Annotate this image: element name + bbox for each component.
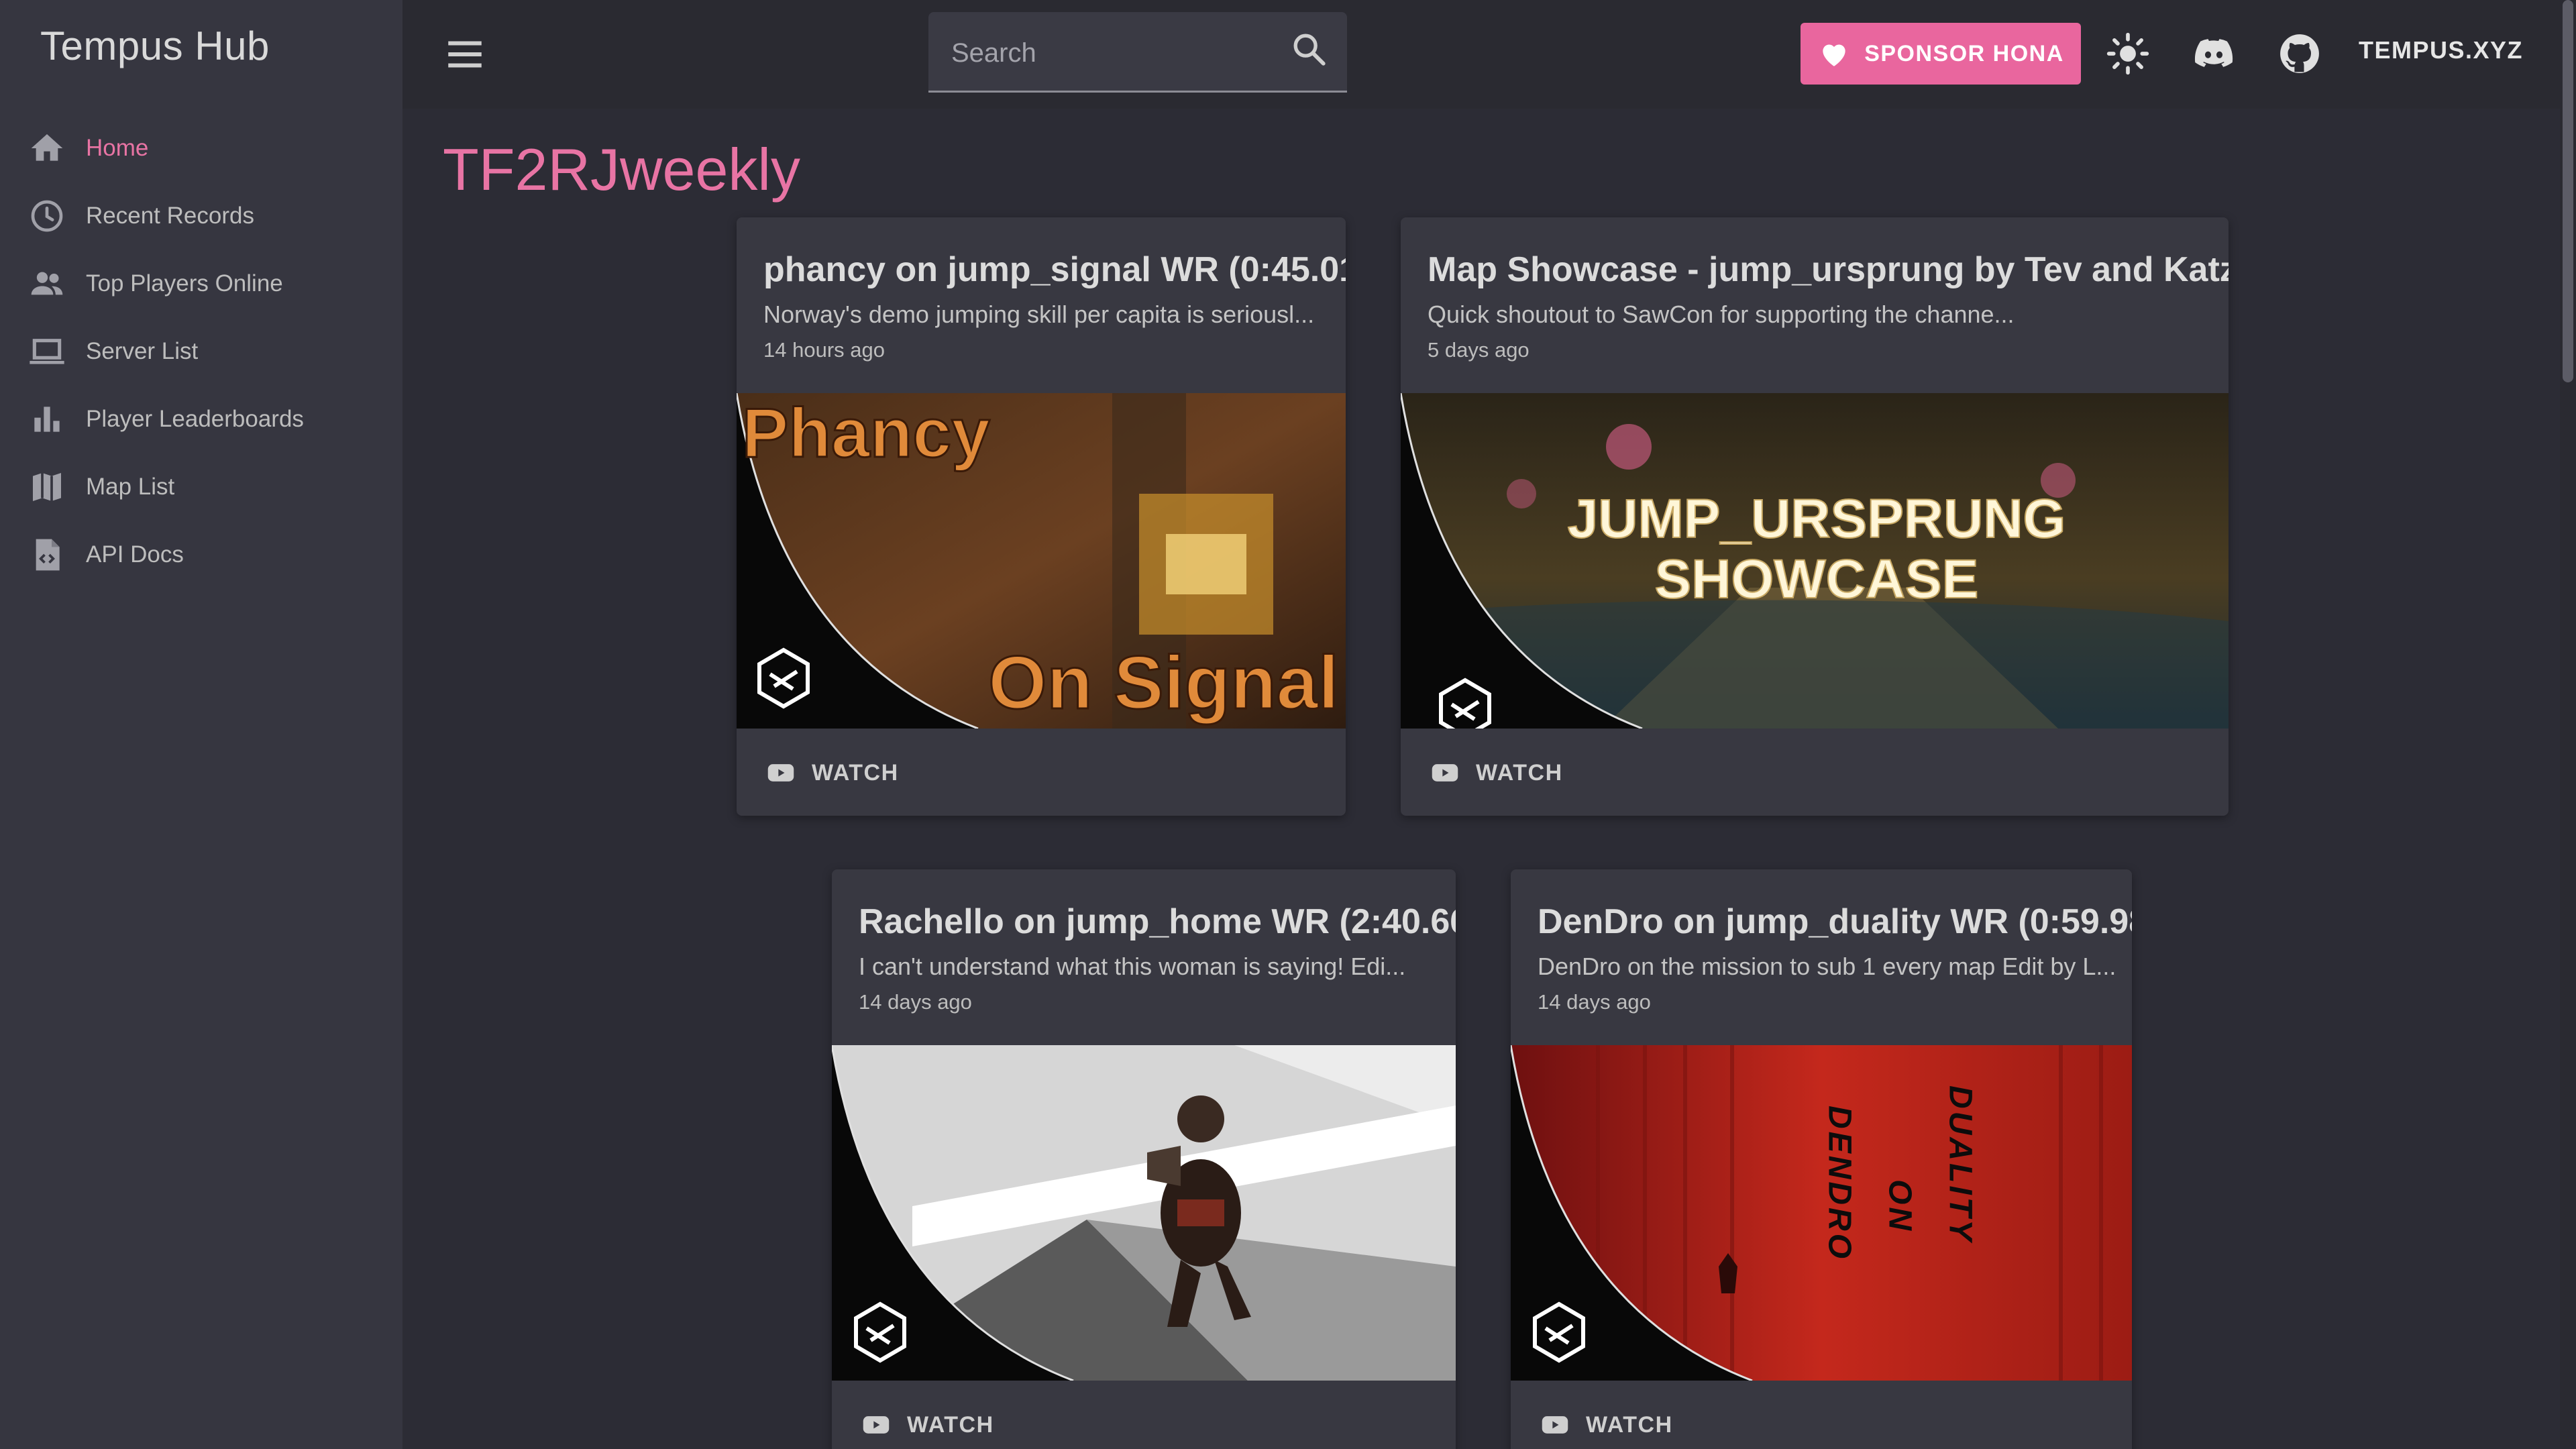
sidebar-nav: Home Recent Records Top Players Online S… bbox=[0, 114, 402, 588]
brand-title[interactable]: Tempus Hub bbox=[40, 23, 270, 69]
video-card: Map Showcase - jump_ursprung by Tev and … bbox=[1401, 217, 2229, 816]
card-header: phancy on jump_signal WR (0:45.01) Norwa… bbox=[737, 217, 1346, 393]
card-actions: WATCH bbox=[1401, 729, 2229, 816]
video-timestamp: 14 days ago bbox=[859, 990, 972, 1014]
thumbnail-text-right: DUALITY bbox=[1943, 1085, 1978, 1244]
main-content: TF2RJweekly phancy on jump_signal WR (0:… bbox=[402, 109, 2560, 1449]
top-bar: SPONSOR HONA TEMPUS.XYZ bbox=[402, 0, 2560, 109]
sidebar-item-label: Recent Records bbox=[86, 202, 254, 229]
sidebar-item-top-players-online[interactable]: Top Players Online bbox=[0, 250, 402, 317]
sidebar-item-server-list[interactable]: Server List bbox=[0, 317, 402, 385]
sidebar-item-recent-records[interactable]: Recent Records bbox=[0, 182, 402, 250]
watch-label: WATCH bbox=[812, 759, 899, 786]
tempus-xyz-link[interactable]: TEMPUS.XYZ bbox=[2359, 36, 2523, 64]
watch-button[interactable]: WATCH bbox=[1417, 751, 1576, 794]
video-thumbnail[interactable]: JUMP_URSPRUNG SHOWCASE bbox=[1401, 393, 2229, 729]
card-header: DenDro on jump_duality WR (0:59.98) DenD… bbox=[1511, 869, 2132, 1045]
sidebar-item-home[interactable]: Home bbox=[0, 114, 402, 182]
home-icon bbox=[28, 129, 66, 167]
watch-label: WATCH bbox=[1586, 1411, 1673, 1438]
card-actions: WATCH bbox=[1511, 1381, 2132, 1449]
thumbnail-text-top: JUMP_URSPRUNG bbox=[1568, 488, 2066, 549]
video-thumbnail[interactable]: DENDRO ON DUALITY bbox=[1511, 1045, 2132, 1381]
search-input[interactable] bbox=[950, 32, 1275, 74]
video-timestamp: 5 days ago bbox=[1428, 338, 1529, 362]
scrollbar-thumb[interactable] bbox=[2563, 0, 2573, 382]
video-title: phancy on jump_signal WR (0:45.01) bbox=[763, 250, 1346, 289]
search-icon[interactable] bbox=[1289, 30, 1328, 68]
video-thumbnail[interactable] bbox=[832, 1045, 1456, 1381]
video-card: DenDro on jump_duality WR (0:59.98) DenD… bbox=[1511, 869, 2132, 1449]
github-icon[interactable] bbox=[2277, 31, 2322, 76]
thumbnail-text-bottom: On Signal bbox=[988, 641, 1339, 724]
youtube-icon bbox=[1542, 1416, 1568, 1434]
menu-button[interactable] bbox=[443, 32, 487, 76]
sidebar-item-player-leaderboards[interactable]: Player Leaderboards bbox=[0, 385, 402, 453]
youtube-icon bbox=[1432, 764, 1458, 782]
video-description: DenDro on the mission to sub 1 every map… bbox=[1538, 953, 2116, 980]
map-icon bbox=[28, 468, 66, 506]
sponsor-button[interactable]: SPONSOR HONA bbox=[1801, 23, 2081, 85]
watch-label: WATCH bbox=[1476, 759, 1563, 786]
sponsor-label: SPONSOR HONA bbox=[1864, 40, 2064, 66]
sidebar-item-map-list[interactable]: Map List bbox=[0, 453, 402, 521]
thumbnail-text-top: Phancy bbox=[742, 394, 990, 472]
page-scrollbar[interactable] bbox=[2560, 0, 2576, 1449]
sidebar-item-label: Top Players Online bbox=[86, 270, 283, 297]
heart-icon bbox=[1823, 44, 1845, 66]
video-description: Norway's demo jumping skill per capita i… bbox=[763, 301, 1315, 328]
discord-icon[interactable] bbox=[2191, 31, 2237, 76]
thumbnail-text-bottom: SHOWCASE bbox=[1655, 549, 1979, 610]
video-card: phancy on jump_signal WR (0:45.01) Norwa… bbox=[737, 217, 1346, 816]
laptop-icon bbox=[28, 333, 66, 370]
page-title: TF2RJweekly bbox=[443, 136, 800, 203]
bar-chart-icon bbox=[28, 400, 66, 438]
card-actions: WATCH bbox=[832, 1381, 1456, 1449]
search-box bbox=[928, 12, 1347, 93]
watch-button[interactable]: WATCH bbox=[848, 1403, 1008, 1446]
video-timestamp: 14 hours ago bbox=[763, 338, 885, 362]
sidebar-item-api-docs[interactable]: API Docs bbox=[0, 521, 402, 588]
app-root: Tempus Hub Home Recent Records Top Playe… bbox=[0, 0, 2576, 1449]
sidebar-item-label: Player Leaderboards bbox=[86, 405, 304, 432]
people-icon bbox=[28, 265, 66, 303]
watch-label: WATCH bbox=[907, 1411, 994, 1438]
clock-icon bbox=[28, 197, 66, 235]
card-header: Map Showcase - jump_ursprung by Tev and … bbox=[1401, 217, 2229, 393]
youtube-icon bbox=[767, 764, 794, 782]
watch-button[interactable]: WATCH bbox=[753, 751, 912, 794]
sidebar-item-label: Server List bbox=[86, 337, 199, 364]
video-timestamp: 14 days ago bbox=[1538, 990, 1651, 1014]
video-description: Quick shoutout to SawCon for supporting … bbox=[1428, 301, 2015, 328]
thumbnail-text-left: DENDRO bbox=[1822, 1106, 1858, 1261]
sidebar: Tempus Hub Home Recent Records Top Playe… bbox=[0, 0, 402, 1449]
video-title: DenDro on jump_duality WR (0:59.98) bbox=[1538, 902, 2132, 941]
video-card: Rachello on jump_home WR (2:40.66) I can… bbox=[832, 869, 1456, 1449]
video-thumbnail[interactable]: Phancy On Signal bbox=[737, 393, 1346, 729]
card-actions: WATCH bbox=[737, 729, 1346, 816]
theme-sun-icon[interactable] bbox=[2105, 31, 2151, 76]
sidebar-item-label: API Docs bbox=[86, 541, 184, 568]
api-file-icon bbox=[28, 536, 66, 574]
sidebar-item-label: Home bbox=[86, 134, 149, 161]
menu-icon bbox=[448, 41, 482, 68]
sidebar-item-label: Map List bbox=[86, 473, 175, 500]
youtube-icon bbox=[863, 1416, 890, 1434]
video-title: Map Showcase - jump_ursprung by Tev and … bbox=[1428, 250, 2229, 289]
video-title: Rachello on jump_home WR (2:40.66) bbox=[859, 902, 1456, 941]
card-header: Rachello on jump_home WR (2:40.66) I can… bbox=[832, 869, 1456, 1045]
video-description: I can't understand what this woman is sa… bbox=[859, 953, 1406, 980]
thumbnail-text-mid: ON bbox=[1882, 1179, 1918, 1233]
watch-button[interactable]: WATCH bbox=[1527, 1403, 1686, 1446]
